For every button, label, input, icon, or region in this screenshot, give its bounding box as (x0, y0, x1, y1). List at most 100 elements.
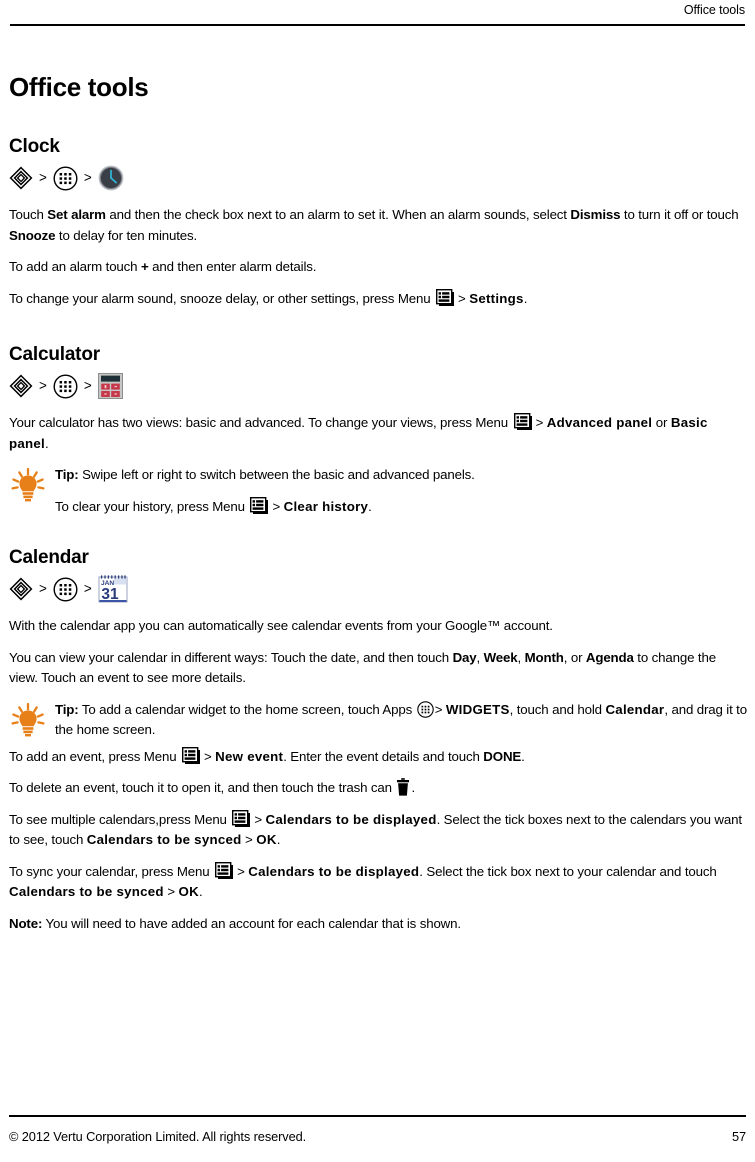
section-clock: Clock > > Touch Set alarm and then the c… (9, 136, 747, 309)
footer-row: © 2012 Vertu Corporation Limited. All ri… (9, 1129, 746, 1144)
cal-tip-bold-calendar: Calendar (605, 701, 665, 717)
cal-p4-period: . (411, 780, 416, 795)
breadcrumb-calendar: > > JAN 31 (9, 575, 747, 603)
calendar-paragraph-1: With the calendar app you can automatica… (9, 618, 553, 633)
cal-p3-text-a: To add an event, press Menu (9, 748, 180, 764)
calc-p1-text-a: Your calculator has two views: basic and… (9, 415, 512, 430)
calendar-paragraph-3: To add an event, press Menu > New event.… (9, 746, 747, 768)
calendar-note: Note: You will need to have added an acc… (9, 914, 747, 935)
tip-icon-cell (9, 465, 55, 504)
cal-p2-bold-week: Week (483, 649, 518, 665)
footer-divider (9, 1115, 746, 1117)
menu-icon (181, 746, 201, 765)
cal-p2-comma-1: , (476, 649, 484, 665)
clock-p3-text-a: To change your alarm sound, snooze delay… (9, 290, 435, 306)
page-header: Office tools (0, 0, 755, 26)
calendar-icon: JAN 31 (98, 574, 128, 604)
tip-label: Tip: (55, 467, 79, 482)
cal-tip-text-d: , touch and hold (509, 701, 606, 717)
calendar-paragraph-5: To see multiple calendars,press Menu > C… (9, 809, 747, 851)
menu-icon (215, 861, 234, 880)
cal-p2-bold-day: Day (452, 649, 477, 665)
cal-p5-bold-calendars-displayed: Calendars to be displayed (265, 811, 437, 827)
running-head: Office tools (683, 3, 745, 17)
clock-p3-bold-settings: Settings (469, 290, 524, 306)
cal-p6-period: . (198, 884, 203, 899)
lightbulb-tip-icon (9, 466, 47, 504)
section-title-clock: Clock (9, 136, 60, 157)
clock-p1-bold-dismiss: Dismiss (570, 207, 621, 222)
cal-p2-text-a: You can view your calendar in different … (9, 649, 453, 665)
tip-text: Swipe left or right to switch between th… (78, 467, 475, 482)
calendar-paragraph-4: To delete an event, touch it to open it,… (9, 778, 747, 799)
clock-p2-text-c: and then enter alarm details. (148, 259, 317, 274)
tip-body: Tip: To add a calendar widget to the hom… (55, 700, 747, 741)
breadcrumb-separator: > (39, 170, 47, 186)
cal-p2-bold-month: Month (524, 649, 564, 665)
cal-p5-text-a: To see multiple calendars,press Menu (9, 811, 231, 827)
calendar-tip-block: Tip: To add a calendar widget to the hom… (9, 700, 747, 741)
clock-p2-bold-plus: + (140, 259, 149, 274)
tip-body: Tip: Swipe left or right to switch betwe… (55, 465, 747, 517)
calc-tip2-bold-clear-history: Clear history (283, 498, 369, 514)
cal-p5-separator: > (254, 811, 262, 827)
cal-p2-text-g: , or (563, 649, 586, 665)
page-number: 57 (731, 1129, 746, 1144)
calc-tip2-text-a: To clear your history, press Menu (55, 498, 249, 514)
cal-p5-bold-ok: OK (256, 832, 277, 847)
page-title: Office tools (9, 72, 149, 102)
cal-tip-separator: > (434, 701, 443, 717)
calc-p1-separator: > (535, 415, 544, 430)
cal-p6-bold-calendars-synced: Calendars to be synced (9, 884, 164, 899)
calculator-paragraph-1: Your calculator has two views: basic and… (9, 413, 747, 454)
calendar-tip-paragraph: Tip: To add a calendar widget to the hom… (55, 700, 747, 741)
section-calendar: Calendar > > JAN 31 With the calendar ap… (9, 547, 747, 934)
lightbulb-tip-icon (9, 701, 47, 739)
cal-p3-bold-new-event: New event (215, 748, 284, 764)
cal-p6-arrow: > (163, 884, 179, 899)
calculator-icon (97, 373, 123, 399)
calendar-paragraph-2: You can view your calendar in different … (9, 648, 747, 689)
calc-tip2-separator: > (272, 498, 281, 514)
clock-p1-text-e: to turn it off or touch (620, 207, 739, 222)
cal-p3-period: . (521, 748, 525, 764)
cal-p6-text-a: To sync your calendar, press Menu (9, 863, 214, 879)
calculator-tip-block: Tip: Swipe left or right to switch betwe… (9, 465, 747, 517)
note-text: You will need to have added an account f… (42, 915, 462, 931)
menu-icon (513, 413, 533, 431)
calendar-paragraph-6: To sync your calendar, press Menu > Cale… (9, 861, 747, 903)
menu-icon (250, 496, 269, 515)
cal-p2-bold-agenda: Agenda (585, 649, 634, 665)
cal-p3-bold-done: DONE (483, 748, 522, 764)
clock-p1-text-c: and then the check box next to an alarm … (105, 207, 571, 222)
menu-icon (232, 809, 251, 828)
calc-p1-period: . (44, 435, 49, 451)
clock-p1-text-g: to delay for ten minutes. (55, 227, 198, 243)
breadcrumb-clock: > > (9, 164, 747, 192)
clock-paragraph-1: Touch Set alarm and then the check box n… (9, 205, 747, 246)
cal-p6-text-d: . Select the tick box next to your calen… (419, 863, 717, 879)
breadcrumb-separator: > (39, 581, 47, 597)
clock-p2-text-a: To add an alarm touch (9, 259, 141, 274)
cal-tip-text-a: To add a calendar widget to the home scr… (78, 701, 416, 717)
menu-icon (436, 288, 455, 307)
document-page: Office tools Office tools Clock > > Touc… (0, 0, 755, 1162)
breadcrumb-separator: > (83, 170, 92, 186)
calc-p1-text-d: or (652, 415, 671, 430)
copyright-text: © 2012 Vertu Corporation Limited. All ri… (9, 1129, 307, 1144)
apps-grid-icon (416, 700, 434, 718)
header-divider (10, 24, 745, 26)
apps-grid-icon (53, 165, 78, 191)
clock-paragraph-3: To change your alarm sound, snooze delay… (9, 288, 747, 310)
clock-p1-bold-snooze: Snooze (9, 227, 56, 243)
clock-p3-period: . (523, 290, 528, 306)
breadcrumb-separator: > (83, 581, 92, 597)
calc-tip2-period: . (368, 498, 372, 514)
apps-grid-icon (53, 373, 78, 399)
page-footer: © 2012 Vertu Corporation Limited. All ri… (9, 1115, 746, 1144)
cal-p6-separator: > (237, 863, 245, 879)
home-diamond-icon (9, 166, 33, 190)
clock-icon (98, 165, 124, 191)
